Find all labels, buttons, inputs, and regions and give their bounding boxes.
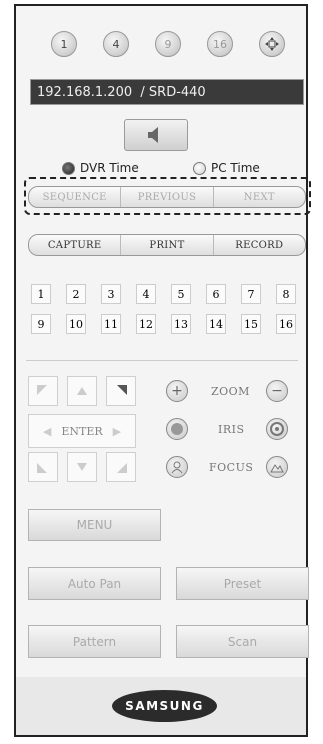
pc-time-label: PC Time [211, 161, 260, 175]
iris-open-button[interactable] [266, 418, 288, 440]
zoom-out-button[interactable]: − [266, 380, 288, 402]
brand-name: SAMSUNG [125, 699, 204, 713]
divider [26, 360, 298, 361]
arrow-down-left-icon [37, 463, 47, 473]
enter-button[interactable]: ◀ ENTER ▶ [28, 414, 136, 448]
iris-close-icon [171, 423, 183, 435]
model-name: SRD-440 [148, 84, 206, 100]
pan-down-button[interactable] [67, 452, 97, 482]
arrow-down-right-icon [117, 463, 127, 473]
zoom-in-button[interactable]: + [166, 380, 188, 402]
plus-icon: + [171, 383, 183, 399]
pan-up-right-button[interactable] [106, 376, 136, 406]
zoom-label: ZOOM [211, 385, 250, 398]
channel-button[interactable]: 16 [276, 314, 296, 334]
preset-label: Preset [223, 576, 262, 591]
view-9-button[interactable]: 9 [155, 31, 181, 57]
arrow-up-left-icon [37, 385, 47, 395]
action-bar: CAPTURE PRINT RECORD [28, 234, 306, 256]
preset-button[interactable]: Preset [176, 567, 309, 600]
channel-button[interactable]: 13 [171, 314, 191, 334]
view-4-button[interactable]: 4 [103, 31, 129, 57]
menu-button[interactable]: MENU [28, 509, 161, 541]
view-16-button[interactable]: 16 [207, 31, 233, 57]
pattern-button[interactable]: Pattern [28, 625, 161, 658]
arrow-down-icon [77, 463, 87, 471]
person-icon [171, 461, 183, 474]
previous-button[interactable]: PREVIOUS [120, 187, 212, 207]
footer: SAMSUNG [16, 677, 306, 735]
sequence-button[interactable]: SEQUENCE [29, 187, 120, 207]
focus-near-button[interactable] [166, 456, 188, 478]
pc-time-radio[interactable]: PC Time [193, 161, 260, 175]
speaker-icon [148, 127, 158, 143]
arrow-up-right-icon [117, 385, 127, 395]
channel-button[interactable]: 4 [136, 284, 156, 304]
channel-button[interactable]: 10 [66, 314, 86, 334]
channel-button[interactable]: 11 [101, 314, 121, 334]
iris-label: IRIS [218, 423, 245, 436]
capture-button[interactable]: CAPTURE [29, 235, 120, 255]
channel-button[interactable]: 14 [206, 314, 226, 334]
view-1-label: 1 [60, 37, 68, 51]
channel-button[interactable]: 1 [31, 284, 51, 304]
scan-label: Scan [227, 634, 258, 649]
dvr-time-label: DVR Time [80, 161, 139, 175]
channel-button[interactable]: 6 [206, 284, 226, 304]
scan-button[interactable]: Scan [176, 625, 309, 658]
dvr-time-radio-dot [62, 161, 75, 175]
pan-down-left-button[interactable] [28, 452, 58, 482]
next-button[interactable]: NEXT [212, 187, 305, 207]
channel-button[interactable]: 3 [101, 284, 121, 304]
record-button[interactable]: RECORD [212, 235, 305, 255]
auto-pan-button[interactable]: Auto Pan [28, 567, 161, 600]
connection-info-bar: 192.168.1.200 / SRD-440 [30, 79, 304, 105]
channel-button[interactable]: 7 [241, 284, 261, 304]
menu-label: MENU [76, 518, 113, 532]
pan-up-left-button[interactable] [28, 376, 58, 406]
view-4-label: 4 [112, 37, 120, 51]
pc-time-radio-dot [193, 161, 206, 175]
pattern-label: Pattern [72, 634, 117, 649]
control-panel: 1 4 9 16 192.168.1.200 / SRD-440 DVR Tim… [14, 4, 311, 737]
channel-button[interactable]: 5 [171, 284, 191, 304]
channel-button[interactable]: 15 [241, 314, 261, 334]
playback-bar: SEQUENCE PREVIOUS NEXT [28, 186, 306, 208]
samsung-logo: SAMSUNG [112, 690, 217, 722]
ip-address: 192.168.1.200 [37, 84, 133, 100]
channel-button[interactable]: 12 [136, 314, 156, 334]
dvr-time-radio[interactable]: DVR Time [62, 161, 139, 175]
iris-open-icon [270, 422, 284, 436]
iris-close-button[interactable] [166, 418, 188, 440]
fullscreen-button[interactable] [259, 31, 285, 57]
channel-button[interactable]: 2 [66, 284, 86, 304]
separator: / [140, 84, 145, 100]
arrow-right-icon: ▶ [112, 424, 122, 438]
auto-pan-label: Auto Pan [67, 576, 122, 591]
minus-icon: − [271, 383, 283, 399]
enter-label: ENTER [61, 424, 103, 438]
focus-label: FOCUS [209, 461, 254, 474]
mountain-icon [270, 464, 284, 473]
pan-down-right-button[interactable] [106, 452, 136, 482]
pan-up-button[interactable] [67, 376, 97, 406]
view-1-button[interactable]: 1 [51, 31, 77, 57]
arrow-up-icon [77, 387, 87, 395]
fullscreen-icon [265, 37, 279, 51]
channel-button[interactable]: 8 [276, 284, 296, 304]
channel-button[interactable]: 9 [31, 314, 51, 334]
audio-button[interactable] [124, 119, 188, 151]
view-9-label: 9 [164, 37, 172, 51]
view-16-label: 16 [213, 37, 227, 51]
focus-far-button[interactable] [266, 456, 288, 478]
arrow-left-icon: ◀ [42, 424, 52, 438]
print-button[interactable]: PRINT [120, 235, 212, 255]
